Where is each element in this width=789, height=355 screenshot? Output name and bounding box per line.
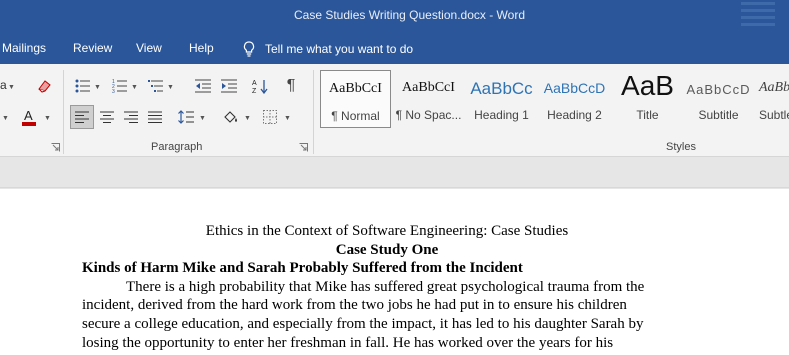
chevron-down-icon[interactable]: ▼ [131, 84, 138, 91]
chevron-down-icon[interactable]: ▼ [167, 84, 174, 91]
ribbon-tabs: Mailings Review View Help Tell me what y… [0, 33, 789, 64]
case-heading: Case Study One [335, 241, 439, 258]
window-controls[interactable] [741, 0, 775, 30]
font-size-dropdown-icon[interactable]: a [0, 78, 7, 92]
body-line: incident, derived from the hard work fro… [82, 297, 627, 314]
align-center-icon[interactable] [96, 105, 118, 129]
svg-text:A: A [24, 108, 33, 123]
bullets-icon[interactable] [73, 76, 93, 96]
tell-me-text: Tell me what you want to do [265, 42, 414, 56]
tab-view[interactable]: View [136, 41, 162, 55]
paragraph-group-label: Paragraph [151, 141, 203, 153]
align-right-icon[interactable] [120, 105, 142, 129]
style-subtitle[interactable]: AaBbCcD Subtitle [683, 70, 754, 128]
svg-text:Z: Z [252, 88, 257, 94]
style-heading-2[interactable]: AaBbCcD Heading 2 [539, 70, 610, 128]
style-no-spacing[interactable]: AaBbCcI ¶ No Spac... [393, 70, 464, 128]
chevron-down-icon[interactable]: ▼ [2, 115, 9, 122]
chevron-down-icon[interactable]: ▼ [284, 115, 291, 122]
increase-indent-icon[interactable] [219, 76, 239, 96]
svg-text:3: 3 [112, 89, 115, 93]
shading-icon[interactable] [220, 105, 242, 129]
lightbulb-icon [243, 41, 255, 57]
multilevel-list-icon[interactable] [146, 76, 166, 96]
justify-icon[interactable] [144, 105, 166, 129]
window-title: Case Studies Writing Question.docx - Wor… [294, 8, 525, 22]
align-left-icon[interactable] [70, 105, 94, 129]
numbering-icon[interactable]: 1 2 3 [110, 76, 130, 96]
svg-text:A: A [252, 80, 257, 87]
tell-me-box[interactable]: Tell me what you want to do [243, 39, 413, 59]
sort-icon[interactable]: A Z [250, 76, 270, 96]
document-body[interactable]: Ethics in the Context of Software Engine… [82, 222, 692, 352]
document-title: Ethics in the Context of Software Engine… [205, 223, 569, 239]
style-title[interactable]: AaB Title [612, 70, 683, 128]
decrease-indent-icon[interactable] [193, 76, 213, 96]
paragraph-dialog-launcher-icon[interactable] [299, 143, 308, 152]
line-spacing-icon[interactable] [175, 105, 197, 129]
chevron-down-icon[interactable]: ▼ [44, 115, 51, 122]
tab-mailings[interactable]: Mailings [2, 41, 46, 55]
chevron-down-icon[interactable]: ▼ [94, 84, 101, 91]
body-line: losing the opportunity to enter her fres… [82, 334, 614, 351]
styles-gallery: AaBbCcI ¶ Normal AaBbCcI ¶ No Spac... Aa… [320, 70, 789, 130]
font-dialog-launcher-icon[interactable] [51, 143, 60, 152]
tab-help[interactable]: Help [189, 41, 214, 55]
title-bar: Case Studies Writing Question.docx - Wor… [0, 0, 789, 33]
body-line: There is a high probability that Mike ha… [126, 278, 645, 295]
style-heading-1[interactable]: AaBbCc Heading 1 [466, 70, 537, 128]
ruler-area [0, 158, 789, 188]
tab-review[interactable]: Review [73, 41, 112, 55]
style-normal[interactable]: AaBbCcI ¶ Normal [320, 70, 391, 128]
style-subtle[interactable]: AaBbCcD Subtle [755, 70, 789, 128]
clear-formatting-icon[interactable] [34, 76, 54, 96]
document-page[interactable]: Ethics in the Context of Software Engine… [0, 189, 789, 355]
chevron-down-icon[interactable]: ▼ [244, 115, 251, 122]
styles-group-label: Styles [666, 141, 696, 153]
section-heading: Kinds of Harm Mike and Sarah Probably Su… [82, 260, 523, 277]
chevron-down-icon[interactable]: ▼ [199, 115, 206, 122]
borders-icon[interactable] [259, 105, 281, 129]
chevron-down-icon[interactable]: ▼ [8, 84, 15, 91]
font-color-icon[interactable]: A [18, 106, 40, 128]
show-formatting-marks-icon[interactable]: ¶ [281, 76, 301, 96]
body-line: secure a college education, and especial… [82, 315, 644, 332]
